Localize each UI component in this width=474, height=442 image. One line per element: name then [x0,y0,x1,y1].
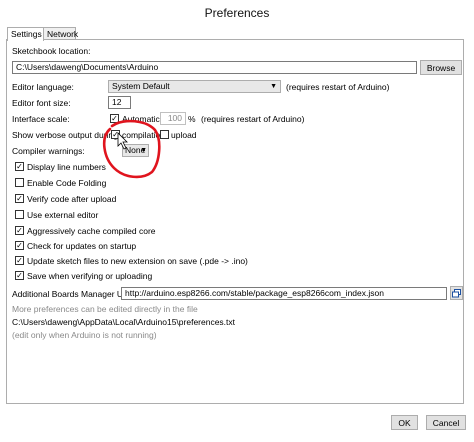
tab-settings[interactable]: Settings [7,27,44,41]
red-annotation-circle [102,119,161,179]
mouse-cursor-icon [117,132,128,150]
annotation-overlay [102,119,161,179]
